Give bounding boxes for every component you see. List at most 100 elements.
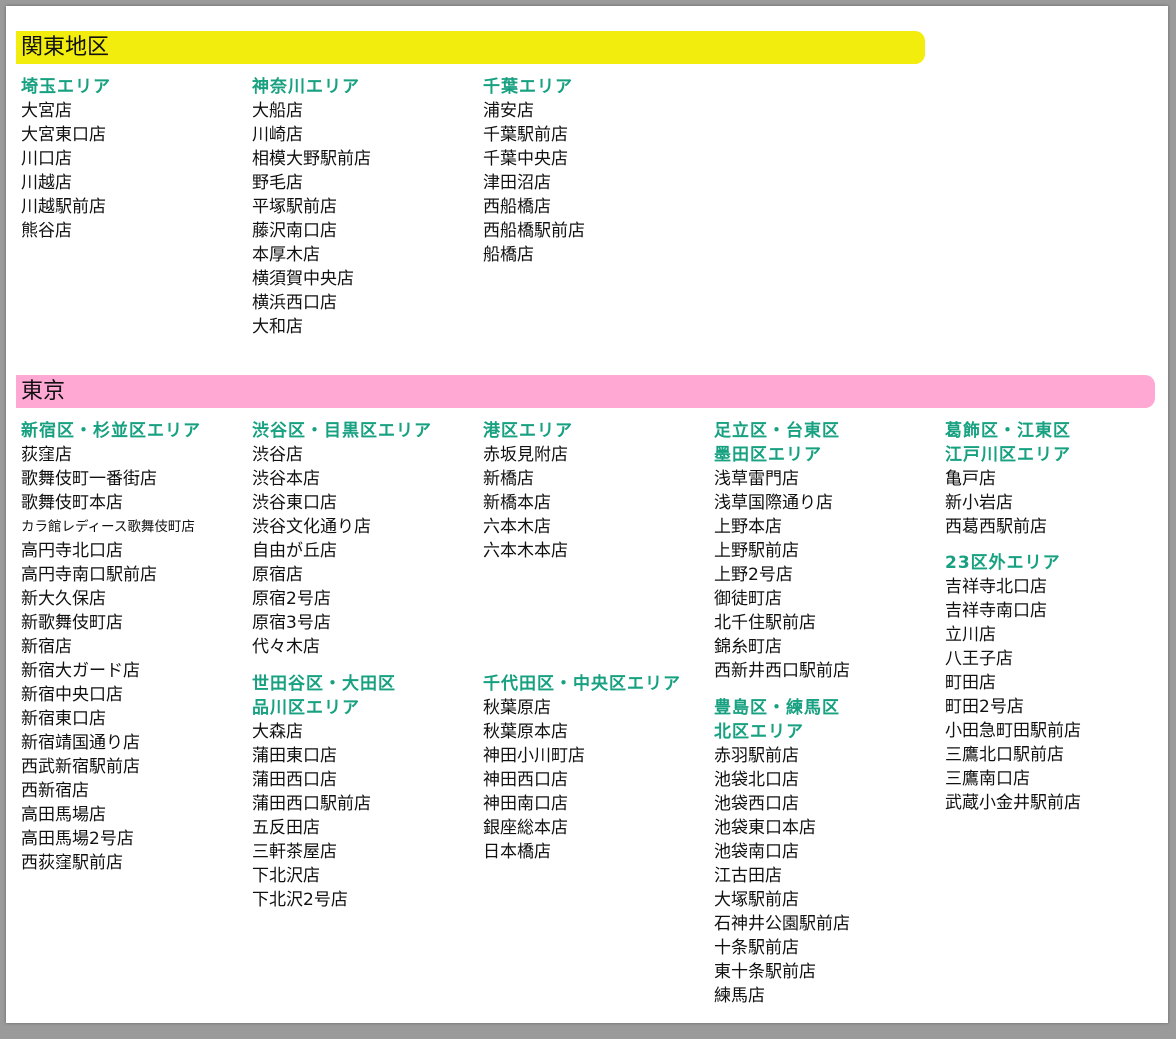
store-name: 原宿店 [252, 565, 303, 585]
store-name: 新歌舞伎町店 [21, 613, 123, 633]
store-name: 横浜西口店 [252, 293, 337, 313]
store-name: 浅草雷門店 [714, 469, 799, 489]
store-name: 渋谷店 [252, 445, 303, 465]
store-name: 新宿中央口店 [21, 685, 123, 705]
store-name: 秋葉原店 [483, 698, 551, 718]
store-name: 町田2号店 [945, 697, 1024, 717]
kanto-column-1: 埼玉エリア 大宮店 大宮東口店 川口店 川越店 川越駅前店 熊谷店 [21, 75, 251, 256]
store-name: 西武新宿駅前店 [21, 757, 140, 777]
kanto-title-band: 関東地区 [16, 31, 925, 64]
store-name: 池袋北口店 [714, 770, 799, 790]
area-heading: 足立区・台東区 [714, 421, 840, 441]
store-name: 津田沼店 [483, 173, 551, 193]
store-name: 熊谷店 [21, 221, 72, 241]
store-name: 西新井西口駅前店 [714, 661, 850, 681]
store-name: 蒲田西口駅前店 [252, 794, 371, 814]
area-heading: 墨田区エリア [714, 445, 822, 465]
store-name: 新宿靖国通り店 [21, 733, 140, 753]
tokyo-title-band: 東京 [16, 375, 1155, 408]
store-name: 千葉駅前店 [483, 125, 568, 145]
area-heading: 新宿区・杉並区エリア [21, 421, 201, 441]
tokyo-column-4: 足立区・台東区 墨田区エリア 浅草雷門店 浅草国際通り店 上野本店 上野駅前店 上野2号店御… [714, 419, 944, 1006]
store-name: 自由が丘店 [252, 541, 337, 561]
store-name: 立川店 [945, 625, 996, 645]
store-name: 六本木店 [483, 517, 551, 537]
area-group: 23区外エリア 吉祥寺北口店 吉祥寺南口店 立川店 八王子店 町田店 町田2号店 小田急町田駅… [945, 551, 1081, 815]
store-name: 野毛店 [252, 173, 303, 193]
store-name: 高円寺南口駅前店 [21, 565, 157, 585]
store-name: 原宿3号店 [252, 613, 331, 633]
tokyo-column-3: 港区エリア 赤坂見附店 新橋店 新橋本店 六本木店 六本木本店 千代田区・中央区エリア 秋葉原… [483, 419, 713, 862]
store-name: 神田小川町店 [483, 746, 585, 766]
store-name: 新宿大ガード店 [21, 661, 140, 681]
store-name: 渋谷本店 [252, 469, 320, 489]
store-name: 池袋東口本店 [714, 818, 816, 838]
store-list-page: 関東地区 埼玉エリア 大宮店 大宮東口店 川口店 川越店 川越駅前店 熊谷店 神奈川エリア 大船… [6, 6, 1168, 1023]
store-name: 東十条駅前店 [714, 962, 816, 982]
area-group: 千葉エリア 浦安店 千葉駅前店 千葉中央店 津田沼店 西船橋店 西船橋駅前店 船橋店 [483, 75, 713, 267]
area-heading: 23区外エリア [945, 553, 1061, 573]
store-name: 新橋店 [483, 469, 534, 489]
store-name: 町田店 [945, 673, 996, 693]
area-heading: 品川区エリア [252, 698, 360, 718]
store-name: 三軒茶屋店 [252, 842, 337, 862]
area-group: 新宿区・杉並区エリア 荻窪店 歌舞伎町一番街店 歌舞伎町本店 カラ館レディース歌舞伎町店… [21, 419, 251, 875]
store-name: 上野駅前店 [714, 541, 799, 561]
store-name: 八王子店 [945, 649, 1013, 669]
tokyo-column-5: 葛飾区・江東区 江戸川区エリア 亀戸店 新小岩店 西葛西駅前店 23区外エリア 吉祥寺北口店… [945, 419, 1168, 813]
area-heading: 豊島区・練馬区 [714, 698, 840, 718]
area-group: 葛飾区・江東区 江戸川区エリア 亀戸店 新小岩店 西葛西駅前店 [945, 419, 1168, 539]
store-name: 新橋本店 [483, 493, 551, 513]
area-heading: 港区エリア [483, 421, 573, 441]
store-name: 西船橋駅前店 [483, 221, 585, 241]
store-name: 下北沢店 [252, 866, 320, 886]
store-name: 相模大野駅前店 [252, 149, 371, 169]
area-heading: 葛飾区・江東区 [945, 421, 1071, 441]
store-name: 高円寺北口店 [21, 541, 123, 561]
store-name: 大船店 [252, 101, 303, 121]
store-name: 亀戸店 [945, 469, 996, 489]
store-name: 六本木本店 [483, 541, 568, 561]
store-name: 浦安店 [483, 101, 534, 121]
store-name: 原宿2号店 [252, 589, 331, 609]
store-name: 代々木店 [252, 637, 320, 657]
store-name: 銀座総本店 [483, 818, 568, 838]
store-name: 江古田店 [714, 866, 782, 886]
store-name: 大和店 [252, 317, 303, 337]
store-name: 川越駅前店 [21, 197, 106, 217]
store-name: 浅草国際通り店 [714, 493, 833, 513]
store-name: 大宮店 [21, 101, 72, 121]
store-name: 吉祥寺北口店 [945, 577, 1047, 597]
store-name: 赤羽駅前店 [714, 746, 799, 766]
store-name: 千葉中央店 [483, 149, 568, 169]
area-heading: 埼玉エリア [21, 77, 111, 97]
store-name: 錦糸町店 [714, 637, 782, 657]
tokyo-column-2: 渋谷区・目黒区エリア 渋谷店 渋谷本店 渋谷東口店 渋谷文化通り店 自由が丘店 原宿店 原宿2… [252, 419, 482, 910]
store-name: 西新宿店 [21, 781, 89, 801]
store-name: 新宿東口店 [21, 709, 106, 729]
area-group: 足立区・台東区 墨田区エリア 浅草雷門店 浅草国際通り店 上野本店 上野駅前店 上野2号店御… [714, 419, 944, 683]
area-group: 世田谷区・大田区 品川区エリア 大森店 蒲田東口店 蒲田西口店 蒲田西口駅前店 五反田店 三軒… [252, 672, 396, 912]
store-name: 本厚木店 [252, 245, 320, 265]
store-name: 蒲田西口店 [252, 770, 337, 790]
store-name: 西葛西駅前店 [945, 517, 1047, 537]
store-name: 秋葉原本店 [483, 722, 568, 742]
store-name: 武蔵小金井駅前店 [945, 793, 1081, 813]
area-heading: 千葉エリア [483, 77, 573, 97]
area-heading: 千代田区・中央区エリア [483, 674, 681, 694]
area-group: 渋谷区・目黒区エリア 渋谷店 渋谷本店 渋谷東口店 渋谷文化通り店 自由が丘店 原宿店 原宿2… [252, 419, 482, 659]
store-name: 高田馬場2号店 [21, 829, 134, 849]
area-group: 千代田区・中央区エリア 秋葉原店 秋葉原本店 神田小川町店 神田西口店 神田南口店 銀座総本… [483, 672, 681, 864]
area-heading: 渋谷区・目黒区エリア [252, 421, 432, 441]
store-name: 川崎店 [252, 125, 303, 145]
store-name: 歌舞伎町本店 [21, 493, 123, 513]
store-name: 蒲田東口店 [252, 746, 337, 766]
store-name: 新大久保店 [21, 589, 106, 609]
area-group: 神奈川エリア 大船店 川崎店 相模大野駅前店 野毛店 平塚駅前店 藤沢南口店 本厚木店 横須賀中… [252, 75, 482, 339]
store-name: 新宿店 [21, 637, 72, 657]
store-name: 荻窪店 [21, 445, 72, 465]
store-name: 下北沢2号店 [252, 890, 348, 910]
area-group: 埼玉エリア 大宮店 大宮東口店 川口店 川越店 川越駅前店 熊谷店 [21, 75, 251, 243]
area-heading: 江戸川区エリア [945, 445, 1071, 465]
area-heading: 世田谷区・大田区 [252, 674, 396, 694]
